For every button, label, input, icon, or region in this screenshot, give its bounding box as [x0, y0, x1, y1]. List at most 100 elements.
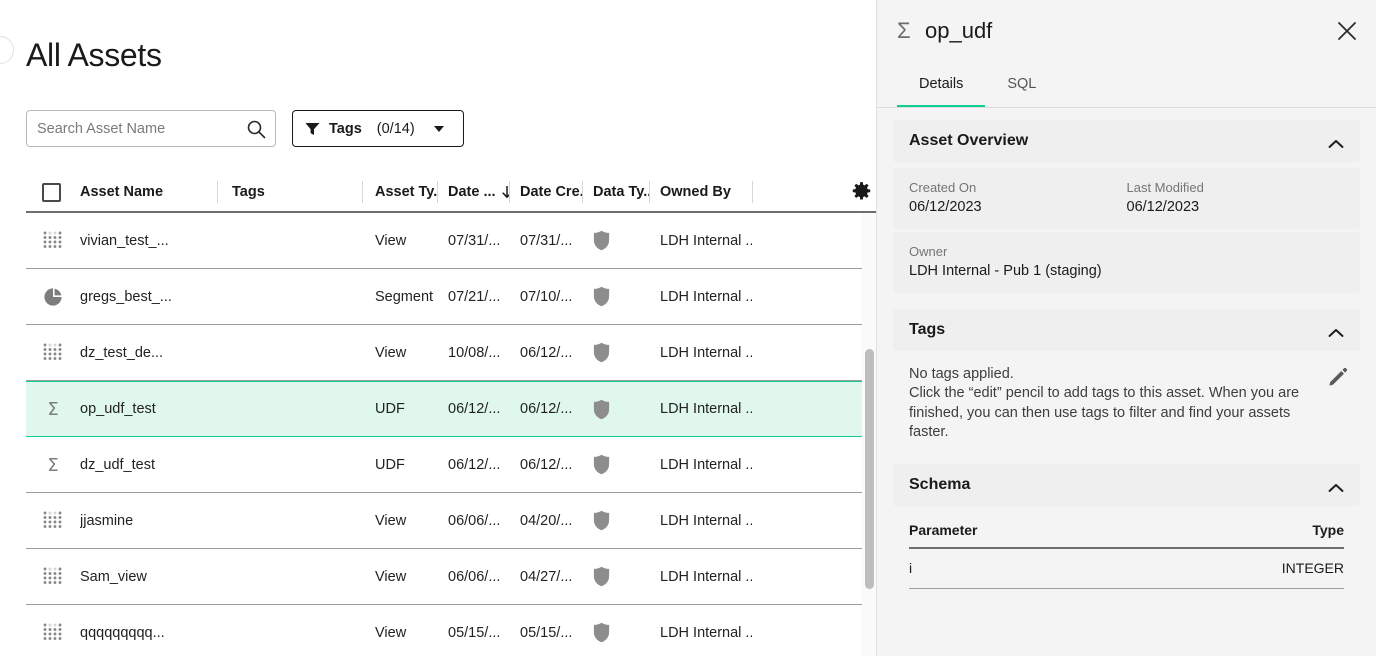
pie-chart-icon	[42, 286, 64, 308]
column-header-date-modified[interactable]: Date ...	[438, 173, 510, 211]
search-box[interactable]	[26, 110, 276, 147]
created-on-field: Created On 06/12/2023	[909, 180, 1127, 215]
schema-cell-parameter: i	[909, 548, 1137, 590]
row-icon-cell: Σ	[26, 382, 80, 436]
cell-data-type	[583, 605, 650, 656]
cell-owned-by: LDH Internal ...	[660, 401, 752, 417]
cell-asset-name[interactable]: Sam_view	[80, 549, 218, 604]
row-icon-cell	[26, 605, 80, 656]
section-header-schema[interactable]: Schema	[893, 464, 1360, 507]
table-row[interactable]: jjasmine View 06/06/... 04/20/... LDH Intern…	[26, 493, 876, 549]
cell-spacer	[752, 493, 850, 548]
chevron-up-icon[interactable]	[1328, 136, 1344, 148]
section-header-asset-overview[interactable]: Asset Overview	[893, 120, 1360, 162]
chevron-down-icon[interactable]	[433, 125, 444, 132]
cell-asset-name[interactable]: gregs_best_...	[80, 269, 218, 324]
edit-pencil-icon[interactable]	[1328, 367, 1348, 387]
panel-title: op_udf	[925, 18, 993, 43]
column-header-owned-by[interactable]: Owned By	[650, 173, 752, 211]
row-icon-cell	[26, 269, 80, 324]
tab-sql[interactable]: SQL	[985, 66, 1058, 108]
cell-asset-name[interactable]: jjasmine	[80, 493, 218, 548]
cell-asset-type: View	[375, 232, 407, 249]
schema-cell-type: INTEGER	[1136, 548, 1344, 590]
chevron-up-icon[interactable]	[1328, 325, 1344, 337]
cell-data-type	[583, 493, 650, 548]
tags-filter-button[interactable]: Tags (0/14)	[292, 110, 464, 147]
cell-date-modified: 05/15/...	[448, 624, 501, 641]
table-row[interactable]: Σdz_udf_test UDF 06/12/... 06/12/... LDH Int…	[26, 437, 876, 493]
column-header-asset-type[interactable]: Asset Ty...	[363, 173, 438, 211]
cell-date-created: 06/12/...	[520, 456, 573, 473]
cell-date-created: 04/27/...	[520, 568, 573, 585]
chevron-up-icon[interactable]	[1328, 480, 1344, 493]
table-body: vivian_test_... View 07/31/... 07/31/... LDH…	[26, 213, 876, 656]
cell-asset-name[interactable]: qqqqqqqqq...	[80, 605, 218, 656]
search-icon[interactable]	[246, 119, 266, 139]
vertical-scrollbar-track[interactable]	[862, 213, 876, 656]
cell-asset-type: Segment	[375, 288, 434, 305]
cell-owned-by: LDH Internal ...	[660, 624, 752, 641]
table-row[interactable]: Σop_udf_test UDF 06/12/... 06/12/... LDH Int…	[26, 381, 876, 437]
row-icon-cell	[26, 493, 80, 548]
column-divider[interactable]	[752, 181, 753, 203]
cell-date-created: 06/12/...	[520, 401, 573, 417]
table-row[interactable]: Sam_view View 06/06/... 04/27/... LDH Intern…	[26, 549, 876, 605]
cell-asset-type: UDF	[375, 401, 405, 417]
tags-empty-line-1: No tags applied.	[909, 366, 1014, 382]
select-all-checkbox[interactable]	[42, 182, 61, 202]
cell-asset-name[interactable]: vivian_test_...	[80, 213, 218, 268]
column-header-owned-by-label: Owned By	[660, 184, 731, 200]
cell-tags	[218, 382, 363, 436]
cell-asset-type: View	[375, 512, 407, 529]
asset-browser-app: All Assets Tags (0/14)	[0, 0, 1376, 656]
table-row[interactable]: qqqqqqqqq... View 05/15/... 05/15/... LDH In…	[26, 605, 876, 656]
dot-grid-icon	[42, 230, 64, 252]
cell-data-type	[583, 269, 650, 324]
column-header-tags-label: Tags	[232, 184, 265, 200]
schema-table: Parameter Type i INTEGER	[909, 516, 1344, 590]
section-header-tags[interactable]: Tags	[893, 309, 1360, 351]
column-header-data-type[interactable]: Data Ty...	[583, 173, 650, 211]
section-title-asset-overview: Asset Overview	[909, 132, 1029, 149]
cell-date-created: 06/12/...	[520, 344, 573, 361]
cell-tags	[218, 213, 363, 268]
column-header-spacer	[752, 173, 850, 211]
asset-details-panel: Σ op_udf Details SQL Asset Overview Crea…	[876, 0, 1376, 656]
cell-spacer	[752, 213, 850, 268]
owner-value: LDH Internal - Pub 1 (staging)	[909, 263, 1102, 279]
select-all-cell	[26, 173, 80, 211]
shield-icon	[593, 622, 610, 643]
tab-details[interactable]: Details	[897, 66, 986, 108]
cell-data-type	[583, 437, 650, 492]
tags-empty-line-2: Click the “edit” pencil to add tags to t…	[909, 385, 1300, 440]
search-input[interactable]	[37, 120, 242, 137]
table-row[interactable]: dz_test_de... View 10/08/... 06/12/... LDH I…	[26, 325, 876, 381]
cell-asset-name[interactable]: dz_udf_test	[80, 437, 218, 492]
cell-date-modified: 06/06/...	[448, 568, 501, 585]
created-on-value: 06/12/2023	[909, 199, 982, 215]
table-row[interactable]: gregs_best_... Segment 07/21/... 07/10/... L…	[26, 269, 876, 325]
column-header-asset-name[interactable]: Asset Name	[80, 173, 218, 211]
column-header-date-created[interactable]: Date Cre...	[510, 173, 583, 211]
schema-row: i INTEGER	[909, 548, 1344, 590]
cell-asset-name[interactable]: op_udf_test	[80, 382, 218, 436]
column-header-date-modified-label: Date ...	[448, 184, 496, 200]
cell-tags	[218, 493, 363, 548]
cell-owned-by: LDH Internal ...	[660, 288, 752, 305]
cell-asset-name[interactable]: dz_test_de...	[80, 325, 218, 380]
dot-grid-icon	[42, 622, 64, 644]
close-icon[interactable]	[1334, 18, 1360, 44]
sigma-icon: Σ	[897, 18, 911, 43]
tags-filter-count: (0/14)	[376, 120, 415, 137]
row-icon-cell	[26, 325, 80, 380]
cell-tags	[218, 325, 363, 380]
toolbar: Tags (0/14)	[26, 110, 464, 147]
shield-icon	[593, 286, 610, 307]
cell-asset-type: View	[375, 624, 407, 641]
tags-empty-state: No tags applied. Click the “edit” pencil…	[893, 351, 1360, 458]
table-row[interactable]: vivian_test_... View 07/31/... 07/31/... LDH…	[26, 213, 876, 269]
gear-icon[interactable]	[851, 182, 872, 203]
vertical-scrollbar-thumb[interactable]	[865, 349, 874, 589]
column-header-tags[interactable]: Tags	[218, 173, 363, 211]
